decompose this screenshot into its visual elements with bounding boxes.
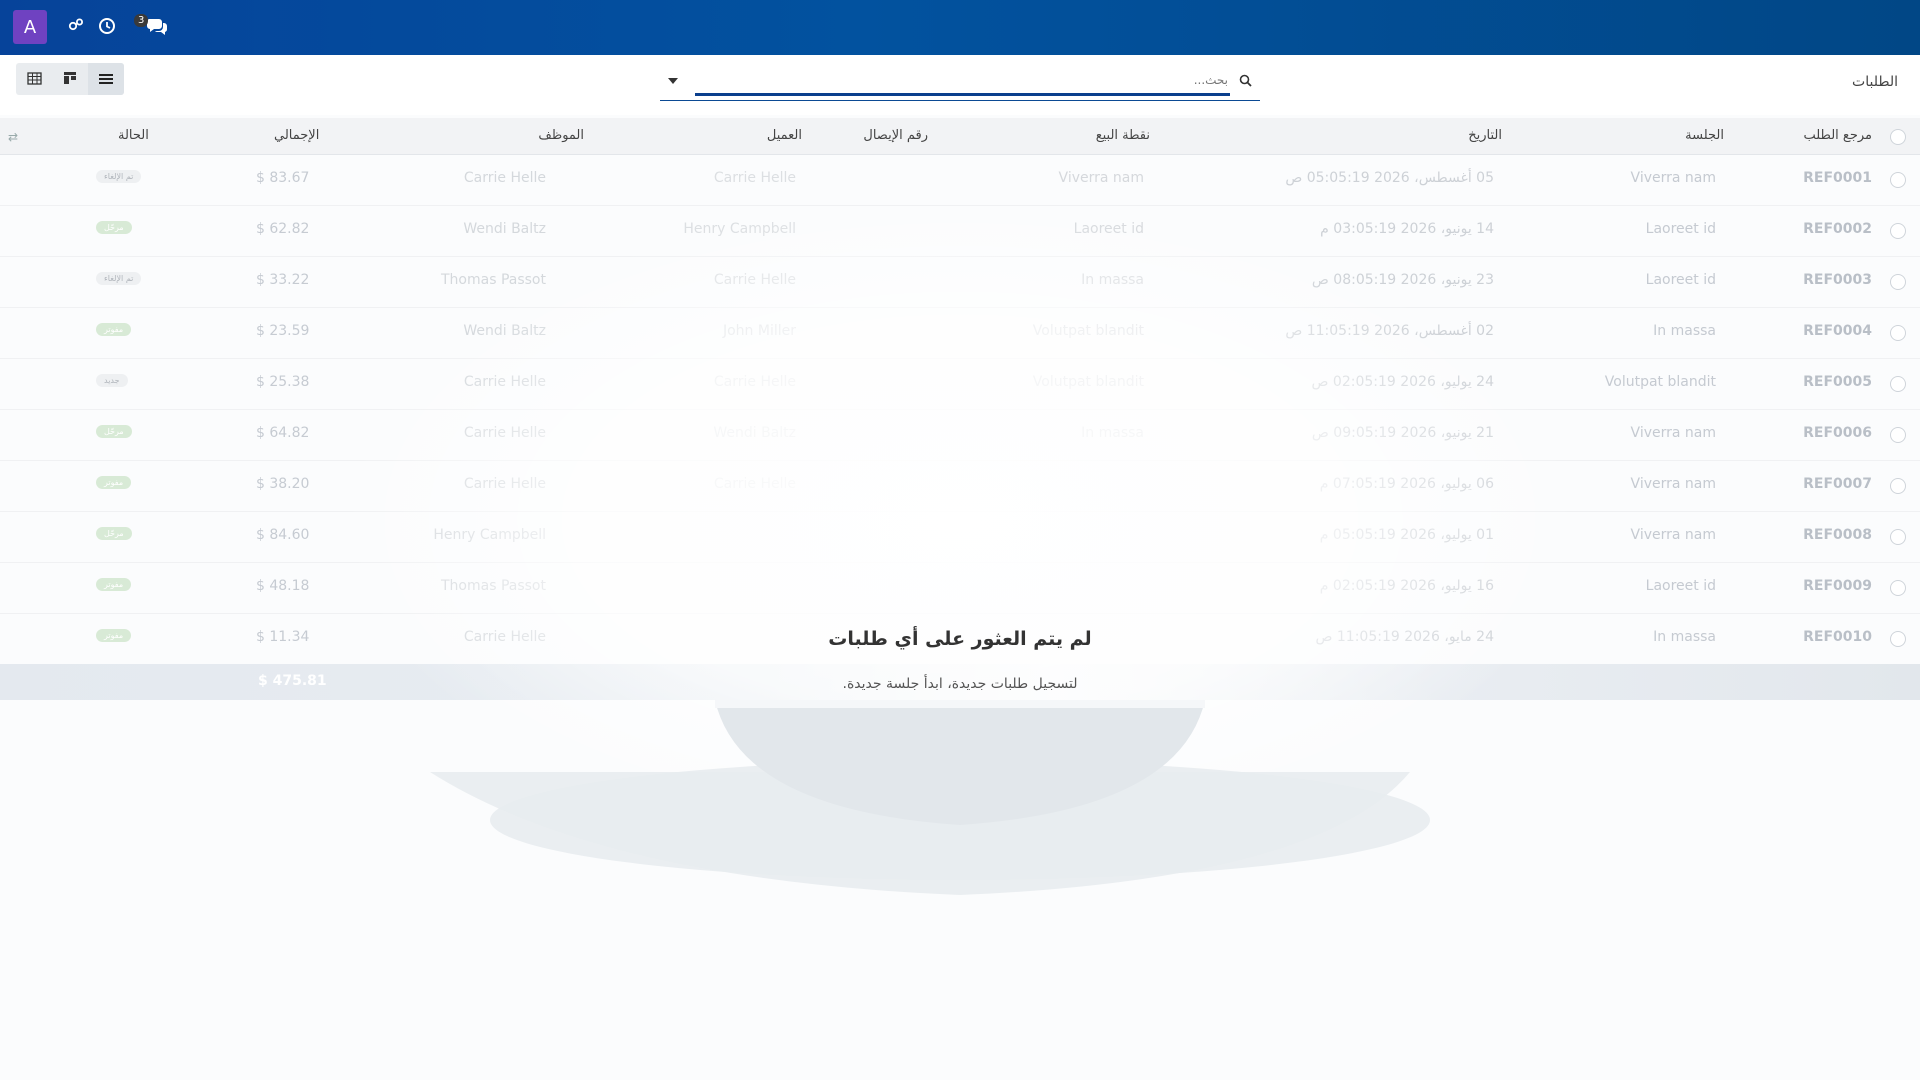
empty-state-illustration: [340, 200, 1580, 895]
empty-state-title: لم يتم العثور على أي طلبات: [828, 628, 1092, 650]
empty-state-subtitle: لتسجيل طلبات جديدة، ابدأ جلسة جديدة.: [842, 676, 1078, 692]
